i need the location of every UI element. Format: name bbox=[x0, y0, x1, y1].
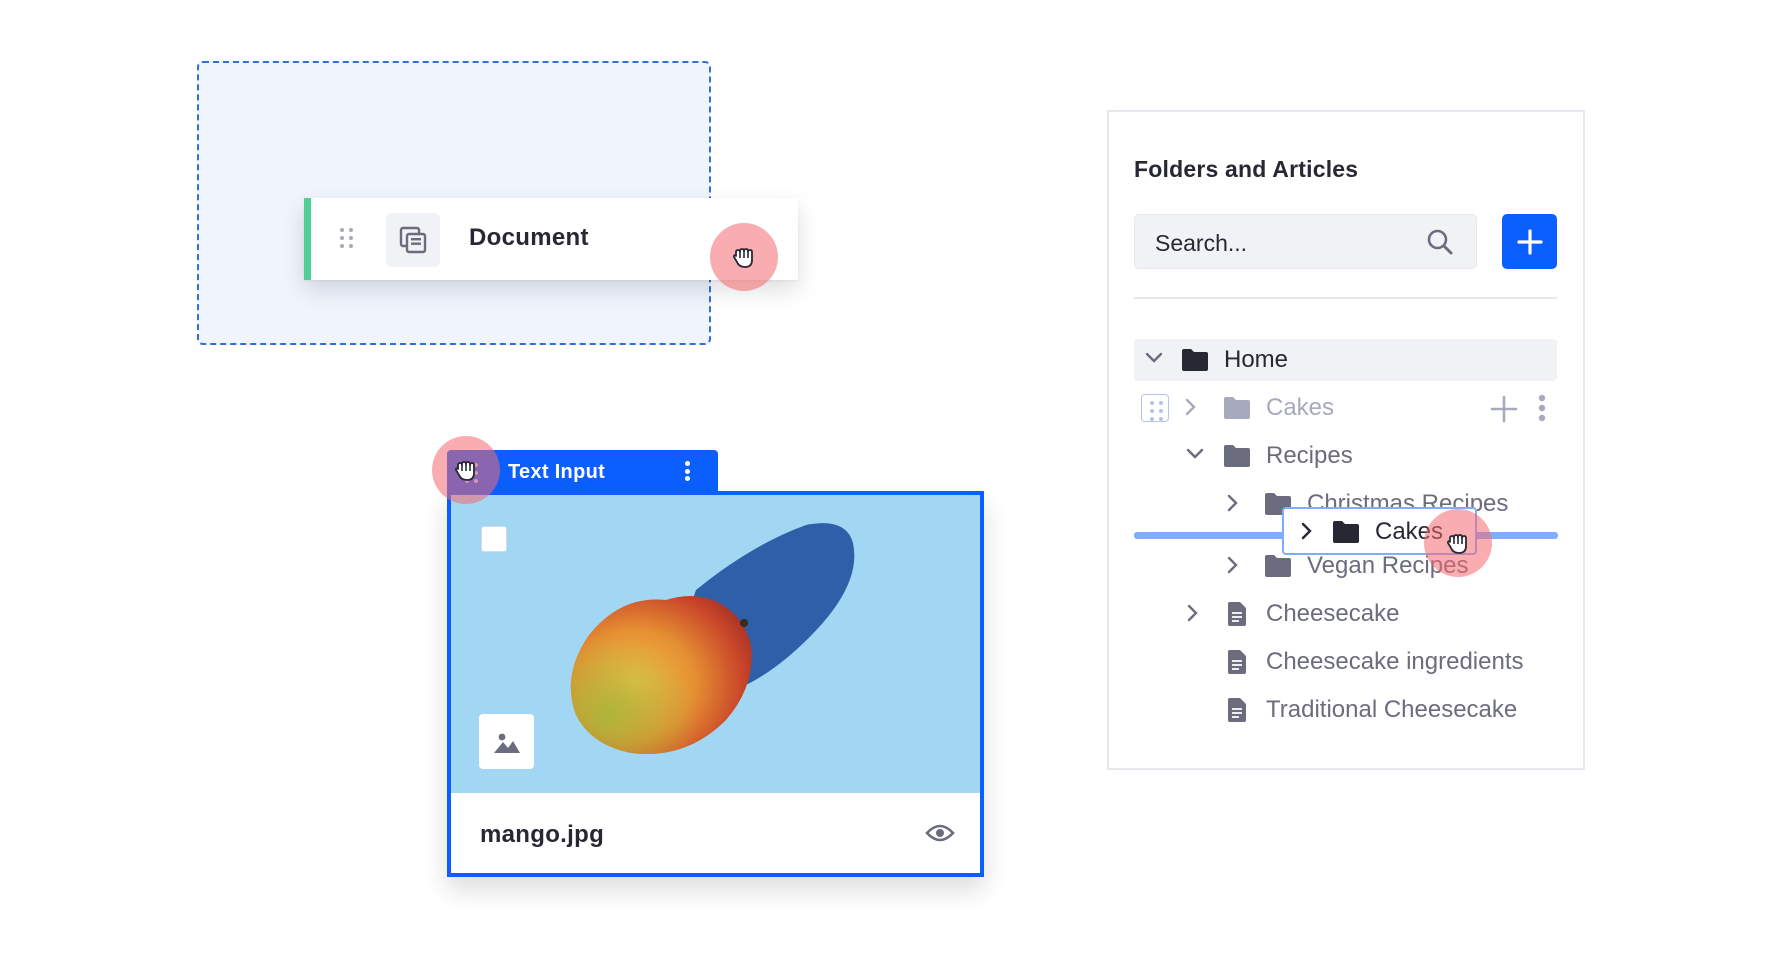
chevron-down-icon[interactable] bbox=[1185, 447, 1205, 466]
tree-item-cakes[interactable]: Cakes bbox=[1134, 387, 1557, 429]
image-card[interactable]: mango.jpg bbox=[447, 491, 984, 877]
grab-hand-icon bbox=[733, 248, 753, 268]
field-type-label: Text Input bbox=[508, 461, 606, 483]
folder-icon bbox=[1223, 444, 1251, 473]
chevron-right-icon[interactable] bbox=[1184, 397, 1198, 422]
panel-title: Folders and Articles bbox=[1134, 156, 1359, 182]
tree-item-label: Cheesecake ingredients bbox=[1266, 648, 1524, 675]
tree-item-traditional-cheesecake[interactable]: Traditional Cheesecake bbox=[1134, 689, 1557, 731]
image-card-footer: mango.jpg bbox=[451, 793, 980, 873]
tree-item-home[interactable]: Home bbox=[1134, 339, 1557, 381]
divider bbox=[1134, 297, 1557, 299]
tree-item-label: Traditional Cheesecake bbox=[1266, 696, 1518, 723]
drag-handle-icon[interactable] bbox=[340, 228, 353, 248]
stacked-documents-icon bbox=[386, 213, 440, 267]
article-icon bbox=[1226, 697, 1248, 728]
document-label: Document bbox=[469, 224, 589, 251]
folder-icon bbox=[1332, 520, 1360, 549]
search-input[interactable]: Search... bbox=[1134, 214, 1477, 269]
article-icon bbox=[1226, 649, 1248, 680]
search-icon[interactable] bbox=[1426, 228, 1454, 261]
chevron-right-icon[interactable] bbox=[1226, 493, 1240, 518]
folder-icon bbox=[1264, 554, 1292, 583]
plus-icon bbox=[1516, 228, 1543, 255]
kebab-menu-icon[interactable] bbox=[682, 461, 692, 481]
chevron-right-icon[interactable] bbox=[1226, 555, 1240, 580]
tree-item-label: Cakes bbox=[1266, 394, 1335, 421]
folders-panel: Folders and Articles Search... Home Cake… bbox=[1107, 110, 1585, 770]
grab-cursor-indicator bbox=[432, 436, 500, 504]
drag-handle-icon[interactable] bbox=[1141, 394, 1169, 422]
folder-icon bbox=[1223, 396, 1251, 425]
card-accent-bar bbox=[304, 198, 311, 280]
folder-icon bbox=[1181, 348, 1209, 377]
chevron-down-icon[interactable] bbox=[1144, 351, 1164, 370]
grab-cursor-indicator bbox=[710, 223, 778, 291]
grab-hand-icon bbox=[1447, 534, 1467, 554]
article-icon bbox=[1226, 601, 1248, 632]
tree-item-label: Home bbox=[1224, 346, 1289, 373]
grab-hand-icon bbox=[455, 461, 475, 481]
search-placeholder: Search... bbox=[1155, 230, 1248, 256]
tree-item-recipes[interactable]: Recipes bbox=[1134, 435, 1557, 477]
tree-item-cheesecake[interactable]: Cheesecake bbox=[1134, 593, 1557, 635]
select-checkbox[interactable] bbox=[481, 526, 507, 552]
tree-item-cheesecake-ingredients[interactable]: Cheesecake ingredients bbox=[1134, 641, 1557, 683]
chevron-right-icon bbox=[1300, 521, 1314, 546]
tree-item-label: Cheesecake bbox=[1266, 600, 1400, 627]
grab-cursor-indicator bbox=[1424, 509, 1492, 577]
image-icon bbox=[479, 714, 534, 769]
eye-icon[interactable] bbox=[925, 823, 955, 848]
add-button[interactable] bbox=[1502, 214, 1557, 269]
image-preview bbox=[451, 495, 980, 793]
tree-item-label: Recipes bbox=[1266, 442, 1353, 469]
chevron-right-icon[interactable] bbox=[1186, 603, 1200, 628]
kebab-menu-icon[interactable] bbox=[1538, 394, 1546, 427]
plus-icon[interactable] bbox=[1490, 395, 1518, 428]
file-name: mango.jpg bbox=[480, 821, 605, 848]
